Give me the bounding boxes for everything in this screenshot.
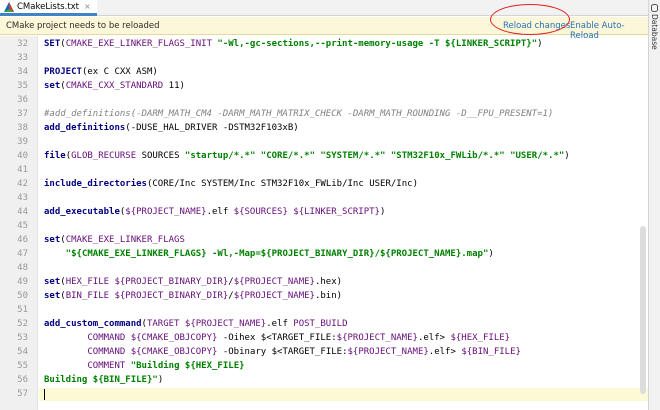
- editor-tab-bar: CMakeLists.txt ×: [0, 0, 648, 16]
- right-tool-strip: Database: [648, 0, 660, 410]
- current-line-highlight: [39, 388, 648, 401]
- code-line[interactable]: include_directories(CORE/Inc SYSTEM/Inc …: [44, 178, 418, 191]
- line-number: 36: [17, 95, 28, 105]
- code-line[interactable]: "${CMAKE_EXE_LINKER_FLAGS} -Wl,-Map=${PR…: [44, 248, 494, 261]
- line-number: 46: [17, 235, 28, 245]
- code-line[interactable]: add_custom_command(TARGET ${PROJECT_NAME…: [44, 318, 347, 331]
- code-line[interactable]: COMMAND ${CMAKE_OBJCOPY} -Obinary $<TARG…: [44, 346, 521, 359]
- line-number: 45: [17, 221, 28, 231]
- line-number: 32: [17, 39, 28, 49]
- line-number: 57: [17, 389, 28, 399]
- close-icon[interactable]: ×: [84, 2, 91, 11]
- line-number: 42: [17, 179, 28, 189]
- line-number: 48: [17, 263, 28, 273]
- database-panel-toggle[interactable]: Database: [650, 4, 659, 50]
- line-number: 53: [17, 333, 28, 343]
- line-number: 49: [17, 277, 28, 287]
- code-line[interactable]: set(HEX_FILE ${PROJECT_BINARY_DIR}/${PRO…: [44, 276, 342, 289]
- code-line[interactable]: Building ${BIN_FILE}"): [44, 374, 163, 387]
- line-number: 54: [17, 347, 28, 357]
- line-number: 51: [17, 305, 28, 315]
- line-number: 40: [17, 151, 28, 161]
- tab-label: CMakeLists.txt: [17, 1, 80, 12]
- code-line[interactable]: SET(CMAKE_EXE_LINKER_FLAGS_INIT "-Wl,-gc…: [44, 38, 543, 51]
- line-number: 56: [17, 375, 28, 385]
- line-number: 52: [17, 319, 28, 329]
- line-number: 47: [17, 249, 28, 259]
- line-number: 38: [17, 123, 28, 133]
- code-line[interactable]: #add_definitions(-DARM_MATH_CM4 -DARM_MA…: [44, 108, 553, 121]
- line-number: 39: [17, 137, 28, 147]
- line-number: 55: [17, 361, 28, 371]
- code-line[interactable]: set(CMAKE_EXE_LINKER_FLAGS: [44, 234, 185, 247]
- text-caret: [44, 389, 45, 400]
- line-number: 43: [17, 193, 28, 203]
- line-number: 37: [17, 109, 28, 119]
- code-line[interactable]: COMMAND ${CMAKE_OBJCOPY} -Oihex $<TARGET…: [44, 332, 510, 345]
- line-number: 35: [17, 81, 28, 91]
- code-line[interactable]: COMMENT "Building ${HEX_FILE}: [44, 360, 244, 373]
- line-number: 34: [17, 67, 28, 77]
- code-line[interactable]: PROJECT(ex C CXX ASM): [44, 66, 158, 79]
- code-line[interactable]: file(GLOB_RECURSE SOURCES "startup/*.*" …: [44, 150, 570, 163]
- cmake-reload-notification: CMake project needs to be reloaded Reloa…: [0, 17, 648, 41]
- line-number: 50: [17, 291, 28, 301]
- tab-cmakelists[interactable]: CMakeLists.txt ×: [0, 0, 97, 16]
- line-number: 44: [17, 207, 28, 217]
- line-number: 41: [17, 165, 28, 175]
- enable-auto-reload-link[interactable]: Enable Auto-Reload: [570, 21, 648, 41]
- database-icon: [651, 4, 658, 12]
- database-label: Database: [650, 14, 659, 50]
- code-line[interactable]: add_definitions(-DUSE_HAL_DRIVER -DSTM32…: [44, 122, 299, 135]
- cmake-file-icon: [4, 1, 14, 12]
- reload-changes-link[interactable]: Reload changes: [503, 21, 570, 31]
- line-number: 33: [17, 53, 28, 63]
- notification-message: CMake project needs to be reloaded: [6, 21, 160, 31]
- code-line[interactable]: set(BIN_FILE ${PROJECT_BINARY_DIR}/${PRO…: [44, 290, 342, 303]
- code-line[interactable]: set(CMAKE_CXX_STANDARD 11): [44, 80, 185, 93]
- code-line[interactable]: add_executable(${PROJECT_NAME}.elf ${SOU…: [44, 206, 385, 219]
- vertical-scrollbar[interactable]: [640, 226, 646, 394]
